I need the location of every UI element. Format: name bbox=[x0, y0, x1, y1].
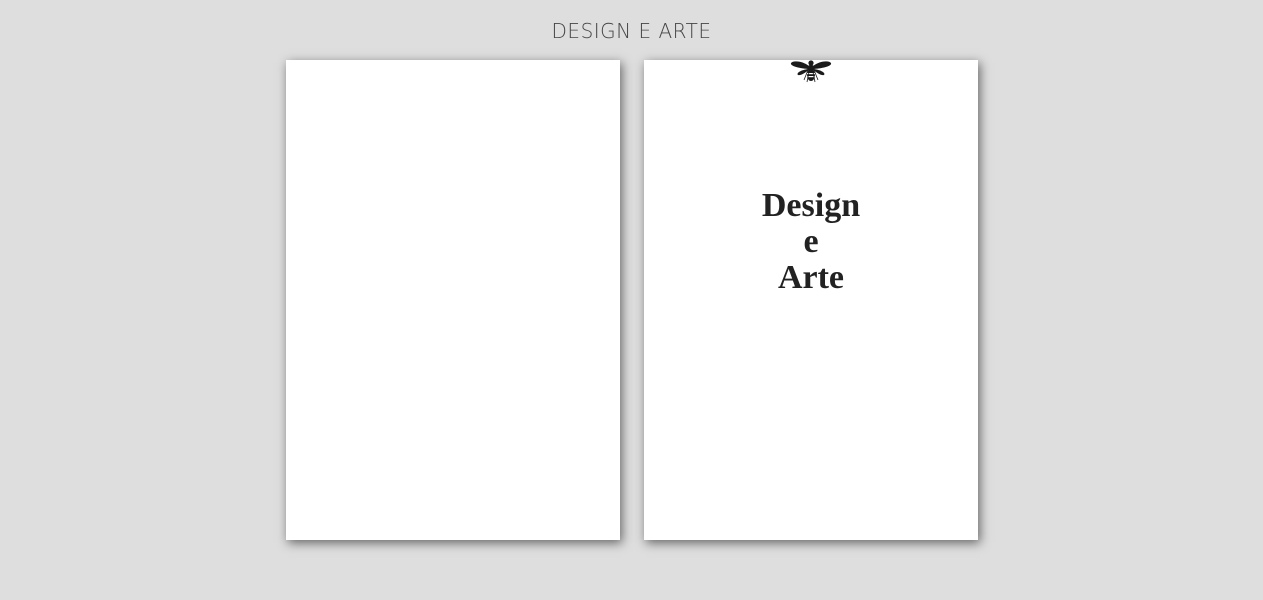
title-line-design: Design bbox=[761, 187, 861, 224]
title-line-arte: Arte bbox=[777, 259, 845, 296]
right-page: Design e Arte bbox=[644, 60, 978, 540]
title-line-e: e bbox=[803, 223, 819, 260]
left-page bbox=[286, 60, 620, 540]
cover-title: Design e Arte bbox=[644, 188, 978, 296]
page-title: DESIGN E ARTE bbox=[551, 19, 712, 43]
bee-icon bbox=[790, 60, 832, 83]
